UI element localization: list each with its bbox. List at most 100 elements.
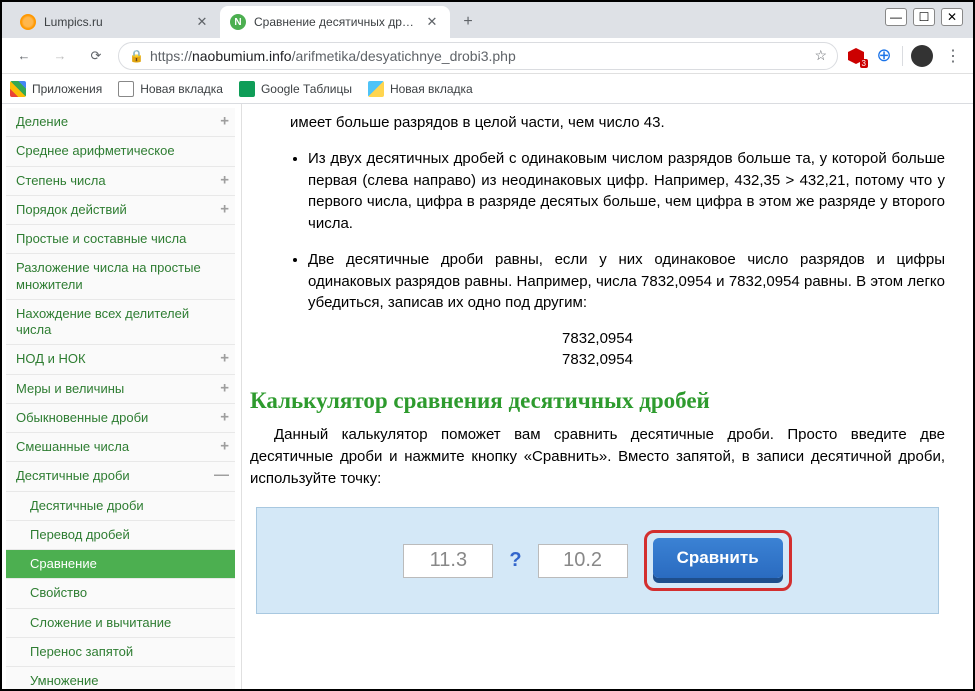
sidebar-item[interactable]: Перенос запятой (6, 638, 235, 667)
sidebar-item[interactable]: Свойство (6, 579, 235, 608)
image-icon (368, 81, 384, 97)
favicon-icon (20, 14, 36, 30)
back-button[interactable]: ← (10, 42, 38, 70)
extension-globe-icon[interactable]: ⊕ (874, 46, 894, 66)
sidebar-item-label: Порядок действий (16, 202, 127, 217)
sidebar-item[interactable]: Перевод дробей (6, 521, 235, 550)
page-content: Деление + Среднее арифметическое Степень чи… (2, 104, 973, 689)
example-line: 7832,0954 (250, 349, 945, 370)
lock-icon: 🔒 (129, 49, 144, 63)
forward-button: → (46, 42, 74, 70)
collapse-icon[interactable]: — (214, 467, 229, 486)
bookmark-label: Приложения (32, 82, 102, 96)
sidebar-item-label: Среднее арифметическое (16, 143, 175, 158)
bookmark-sheets[interactable]: Google Таблицы (239, 81, 352, 97)
sidebar-item[interactable]: Степень числа + (6, 167, 235, 196)
sidebar-item[interactable]: Сложение и вычитание (6, 609, 235, 638)
sidebar-item-label: Десятичные дроби (16, 468, 130, 483)
expand-icon[interactable]: + (220, 350, 229, 369)
sidebar-item[interactable]: Разложение числа на простые множители (6, 254, 235, 300)
tab-title: Сравнение десятичных дробей (254, 15, 416, 29)
tab-strip: Lumpics.ru ✕ N Сравнение десятичных дроб… (2, 2, 973, 38)
question-mark: ? (509, 549, 521, 572)
bookmark-star-icon[interactable]: ☆ (814, 47, 827, 64)
sidebar-item-label: Простые и составные числа (16, 231, 186, 246)
expand-icon[interactable]: + (220, 438, 229, 457)
sidebar-item[interactable]: Порядок действий + (6, 196, 235, 225)
close-tab-icon[interactable]: ✕ (194, 14, 210, 30)
bookmarks-bar: Приложения Новая вкладка Google Таблицы … (2, 74, 973, 104)
rule-item: Две десятичные дроби равны, если у них о… (308, 249, 945, 314)
sidebar-item[interactable]: Деление + (6, 108, 235, 137)
url-text: https://naobumium.info/arifmetika/desyat… (150, 48, 808, 64)
sidebar-item-label: Умножение (30, 673, 98, 688)
example-line: 7832,0954 (250, 328, 945, 349)
minimize-button[interactable]: — (885, 8, 907, 26)
url-domain: naobumium.info (192, 48, 292, 64)
sidebar-item[interactable]: Десятичные дроби — (6, 462, 235, 491)
sidebar-item-label: Смешанные числа (16, 439, 129, 454)
sidebar-item-label: Степень числа (16, 173, 106, 188)
profile-avatar[interactable] (911, 45, 933, 67)
decimal-input-1[interactable] (403, 544, 493, 578)
tab-lumpics[interactable]: Lumpics.ru ✕ (10, 6, 220, 38)
apps-icon (10, 81, 26, 97)
maximize-button[interactable]: ☐ (913, 8, 935, 26)
sidebar-item[interactable]: НОД и НОК + (6, 345, 235, 374)
expand-icon[interactable]: + (220, 379, 229, 398)
divider (902, 46, 903, 66)
calculator-heading: Калькулятор сравнения десятичных дробей (250, 388, 945, 414)
main-article[interactable]: имеет больше разрядов в целой части, чем… (242, 104, 973, 689)
sidebar-item-label: Сложение и вычитание (30, 615, 171, 630)
page-icon (118, 81, 134, 97)
bookmark-newtab1[interactable]: Новая вкладка (118, 81, 223, 97)
address-bar: ← → ⟳ 🔒 https://naobumium.info/arifmetik… (2, 38, 973, 74)
sidebar-item[interactable]: Простые и составные числа (6, 225, 235, 254)
tab-naobumium[interactable]: N Сравнение десятичных дробей ✕ (220, 6, 450, 38)
sidebar-item[interactable]: Нахождение всех делителей числа (6, 300, 235, 346)
chrome-menu-button[interactable]: ⋮ (941, 44, 965, 68)
sidebar-item-label: Свойство (30, 585, 87, 600)
sidebar-item-label: Десятичные дроби (30, 498, 144, 513)
sidebar-item-label: Перенос запятой (30, 644, 133, 659)
expand-icon[interactable]: + (220, 409, 229, 428)
sidebar-item-label: НОД и НОК (16, 351, 86, 366)
compare-button[interactable]: Сравнить (653, 538, 783, 578)
sidebar-item-label: Деление (16, 114, 68, 129)
sidebar-item[interactable]: Смешанные числа + (6, 433, 235, 462)
url-path: /arifmetika/desyatichnye_drobi3.php (292, 48, 516, 64)
sidebar-item[interactable]: Меры и величины + (6, 375, 235, 404)
bookmark-label: Новая вкладка (390, 82, 473, 96)
close-window-button[interactable]: ✕ (941, 8, 963, 26)
sidebar-item[interactable]: Умножение (6, 667, 235, 689)
sidebar-item-label: Меры и величины (16, 381, 124, 396)
window-controls: — ☐ ✕ (885, 8, 963, 26)
favicon-icon: N (230, 14, 246, 30)
expand-icon[interactable]: + (220, 171, 229, 190)
reload-button[interactable]: ⟳ (82, 42, 110, 70)
new-tab-button[interactable]: + (454, 8, 482, 36)
rule-item: Из двух десятичных дробей с одинаковым ч… (308, 148, 945, 235)
expand-icon[interactable]: + (220, 113, 229, 132)
sheets-icon (239, 81, 255, 97)
sidebar-item[interactable]: Обыкновенные дроби+ (6, 404, 235, 433)
expand-icon[interactable]: + (220, 201, 229, 220)
url-field[interactable]: 🔒 https://naobumium.info/arifmetika/desy… (118, 42, 838, 70)
sidebar-nav[interactable]: Деление + Среднее арифметическое Степень чи… (2, 104, 242, 689)
sidebar-item-label: Сравнение (30, 556, 97, 571)
bookmark-newtab2[interactable]: Новая вкладка (368, 81, 473, 97)
decimal-input-2[interactable] (538, 544, 628, 578)
sidebar-item-label: Перевод дробей (30, 527, 130, 542)
sidebar-item-label: Нахождение всех делителей числа (16, 306, 189, 337)
sidebar-item-label: Разложение числа на простые множители (16, 260, 201, 291)
rules-list: имеет больше разрядов в целой части, чем… (250, 112, 945, 314)
example-numbers: 7832,0954 7832,0954 (250, 328, 945, 370)
sidebar-item[interactable]: Сравнение (6, 550, 235, 579)
close-tab-icon[interactable]: ✕ (424, 14, 440, 30)
bookmark-apps[interactable]: Приложения (10, 81, 102, 97)
extension-adblock-icon[interactable]: 3 (846, 46, 866, 66)
rule-item: имеет больше разрядов в целой части, чем… (290, 112, 945, 134)
sidebar-item[interactable]: Среднее арифметическое (6, 137, 235, 166)
sidebar-item[interactable]: Десятичные дроби (6, 492, 235, 521)
bookmark-label: Новая вкладка (140, 82, 223, 96)
